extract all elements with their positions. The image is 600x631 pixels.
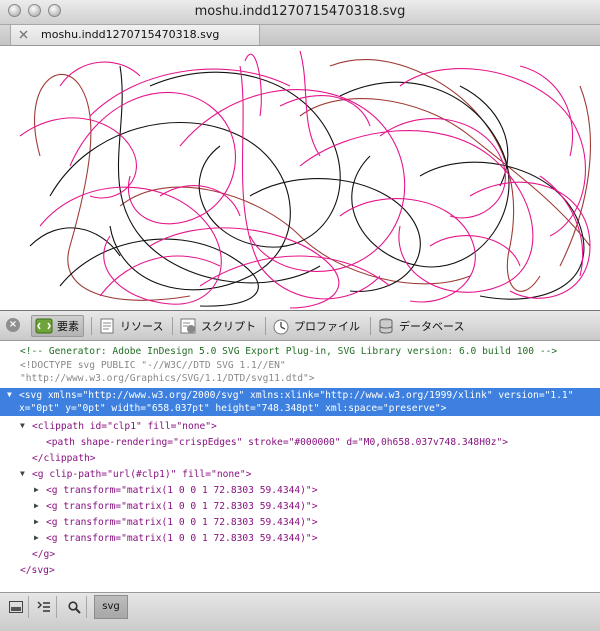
comment-node[interactable]: <!-- Generator: Adobe InDesign 5.0 SVG E… (20, 345, 557, 358)
tab-databases-label: データベース (399, 320, 465, 333)
tab-scripts[interactable]: スクリプト (176, 315, 256, 337)
tab-elements-label: 要素 (57, 320, 79, 333)
console-icon (37, 601, 50, 612)
breadcrumb-svg[interactable]: svg (94, 595, 128, 619)
expand-triangle-icon[interactable]: ▶ (34, 517, 39, 526)
dom-tree: <!-- Generator: Adobe InDesign 5.0 SVG E… (0, 341, 600, 592)
profiles-icon (272, 317, 290, 335)
window-title: moshu.indd1270715470318.svg (194, 4, 406, 19)
close-icon[interactable] (19, 30, 28, 39)
inspector-status-bar: svg (0, 592, 600, 631)
clippath-close-tag: </clippath> (32, 453, 96, 464)
scribble-drawing (19, 50, 591, 309)
g-close-tag: </g> (32, 549, 56, 560)
elements-icon (35, 317, 53, 335)
tab-resources-label: リソース (120, 320, 164, 333)
expand-triangle-icon[interactable]: ▶ (34, 533, 39, 542)
title-bar: moshu.indd1270715470318.svg (0, 0, 600, 25)
expand-triangle-icon[interactable]: ▶ (34, 501, 39, 510)
svg-open-tag-continued: x="0pt" y="0pt" width="658.037pt" height… (19, 403, 447, 414)
path-node[interactable]: <path shape-rendering="crispEdges" strok… (46, 436, 508, 449)
svg-open-tag: <svg xmlns="http://www.w3.org/2000/svg" … (19, 390, 574, 401)
tab-profiles[interactable]: プロファイル (269, 315, 360, 337)
g-child-node[interactable]: <g transform="matrix(1 0 0 1 72.8303 59.… (46, 484, 317, 497)
search-icon (67, 600, 81, 614)
tab-label: moshu.indd1270715470318.svg (41, 28, 220, 41)
disclosure-triangle-icon[interactable]: ▼ (20, 421, 25, 430)
toolbar-divider (91, 317, 92, 335)
svg-viewport (0, 46, 600, 311)
resources-icon (98, 317, 116, 335)
tab-scripts-label: スクリプト (201, 320, 256, 333)
tab-databases[interactable]: データベース (374, 315, 464, 337)
expand-triangle-icon[interactable]: ▶ (34, 485, 39, 494)
tab-profiles-label: プロファイル (294, 320, 360, 333)
g-clip-open-tag[interactable]: <g clip-path="url(#clp1)" fill="none"> (32, 468, 252, 481)
tab-elements[interactable]: 要素 (31, 315, 84, 337)
console-button[interactable] (32, 596, 57, 618)
dock-icon (9, 601, 23, 613)
databases-icon (377, 317, 395, 335)
tab-bar: moshu.indd1270715470318.svg (0, 25, 600, 46)
toolbar-divider (370, 317, 371, 335)
tab-document[interactable]: moshu.indd1270715470318.svg (10, 25, 260, 45)
disclosure-triangle-icon[interactable]: ▼ (7, 390, 12, 399)
toolbar-divider (265, 317, 266, 335)
g-child-node[interactable]: <g transform="matrix(1 0 0 1 72.8303 59.… (46, 532, 317, 545)
g-child-node[interactable]: <g transform="matrix(1 0 0 1 72.8303 59.… (46, 500, 317, 513)
tab-resources[interactable]: リソース (95, 315, 163, 337)
dock-toggle-button[interactable] (4, 596, 29, 618)
clippath-open-tag[interactable]: <clippath id="clp1" fill="none"> (32, 420, 217, 433)
selected-svg-node[interactable]: ▼ <svg xmlns="http://www.w3.org/2000/svg… (0, 388, 600, 416)
disclosure-triangle-icon[interactable]: ▼ (20, 469, 25, 478)
toolbar-divider (172, 317, 173, 335)
scripts-icon (179, 317, 197, 335)
doctype-node[interactable]: <!DOCTYPE svg PUBLIC "-//W3C//DTD SVG 1.… (20, 359, 286, 372)
search-button[interactable] (62, 596, 87, 618)
inspector-toolbar: × 要素 リソース スクリプト プロファイル データベース (0, 311, 600, 341)
g-child-node[interactable]: <g transform="matrix(1 0 0 1 72.8303 59.… (46, 516, 317, 529)
svg-close-tag: </svg> (20, 565, 55, 576)
doctype-node-continued: "http://www.w3.org/Graphics/SVG/1.1/DTD/… (20, 373, 315, 384)
close-inspector-button[interactable]: × (6, 318, 20, 332)
